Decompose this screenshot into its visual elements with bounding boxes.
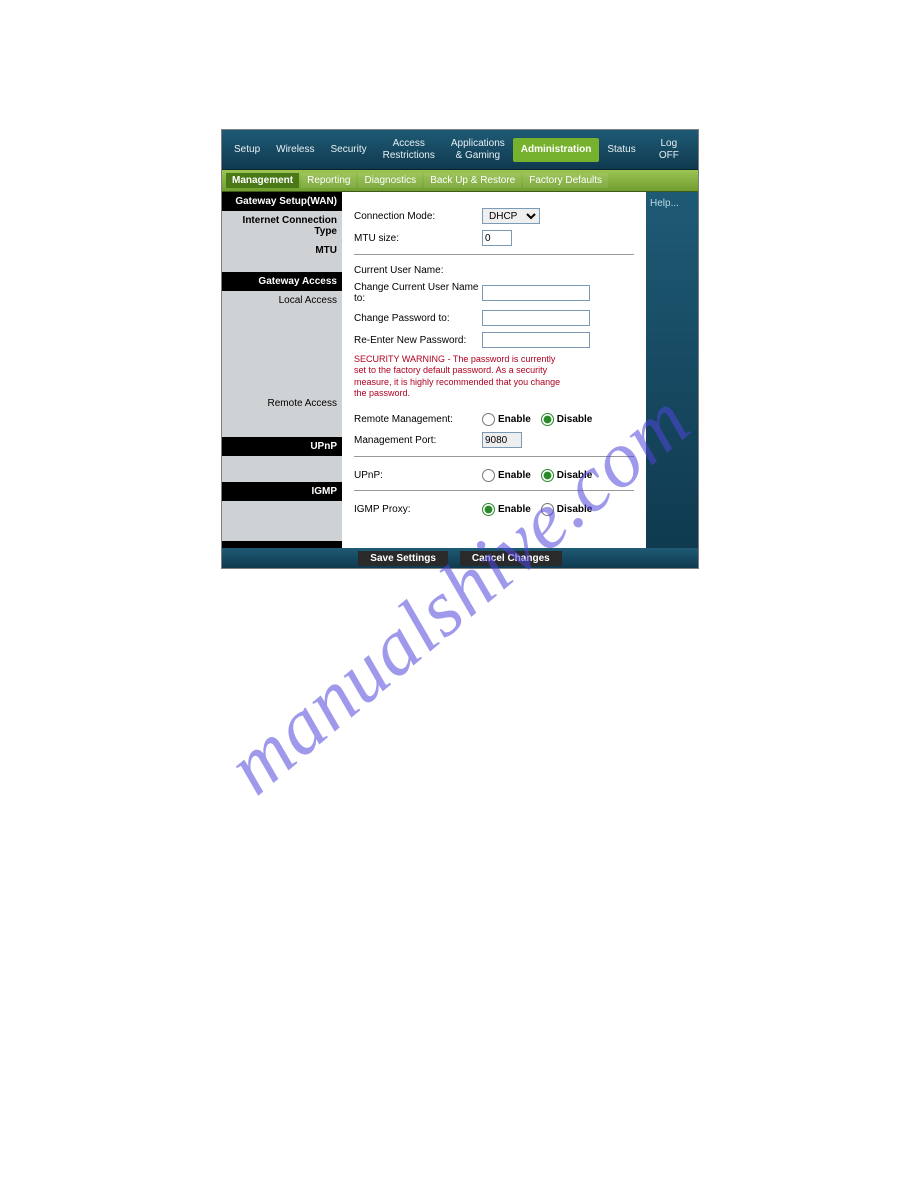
subtab-backup-restore[interactable]: Back Up & Restore — [424, 173, 521, 188]
change-user-input[interactable] — [482, 285, 590, 301]
subnav: Management Reporting Diagnostics Back Up… — [222, 170, 698, 192]
mgmt-port-input[interactable] — [482, 432, 522, 448]
help-panel: Help... — [646, 192, 698, 548]
change-password-label: Change Password to: — [354, 313, 482, 324]
help-link[interactable]: Help... — [650, 198, 679, 209]
tab-logoff[interactable]: Log OFF — [644, 132, 694, 168]
tab-status[interactable]: Status — [599, 138, 643, 162]
change-user-label: Change Current User Name to: — [354, 282, 482, 304]
remote-mgmt-enable-radio[interactable] — [482, 413, 495, 426]
sidebar-heading-igmp: IGMP — [222, 482, 342, 501]
sidebar-item-local-access: Local Access — [222, 291, 342, 310]
form-area: Connection Mode: DHCP MTU size: Current … — [342, 192, 646, 548]
save-settings-button[interactable]: Save Settings — [358, 551, 448, 566]
remote-mgmt-enable-label: Enable — [498, 414, 531, 425]
router-admin-window: Setup Wireless Security Access Restricti… — [222, 130, 698, 568]
igmp-enable-radio[interactable] — [482, 503, 495, 516]
tab-applications-gaming[interactable]: Applications & Gaming — [443, 132, 513, 168]
igmp-disable-label: Disable — [557, 504, 593, 515]
tab-administration[interactable]: Administration — [513, 138, 600, 162]
change-password-input[interactable] — [482, 310, 590, 326]
sidebar-heading-gateway-access: Gateway Access — [222, 272, 342, 291]
upnp-disable-label: Disable — [557, 470, 593, 481]
upnp-enable-label: Enable — [498, 470, 531, 481]
cancel-changes-button[interactable]: Cancel Changes — [460, 551, 562, 566]
reenter-password-input[interactable] — [482, 332, 590, 348]
content-area: Connection Mode: DHCP MTU size: Current … — [342, 192, 698, 548]
subtab-factory-defaults[interactable]: Factory Defaults — [523, 173, 608, 188]
tab-security[interactable]: Security — [322, 138, 374, 162]
sidebar-heading-upnp: UPnP — [222, 437, 342, 456]
separator — [354, 254, 634, 255]
mgmt-port-label: Management Port: — [354, 435, 482, 446]
tab-setup[interactable]: Setup — [226, 138, 268, 162]
sidebar-heading-gateway-setup: Gateway Setup(WAN) — [222, 192, 342, 211]
mtu-size-input[interactable] — [482, 230, 512, 246]
upnp-disable-radio[interactable] — [541, 469, 554, 482]
igmp-disable-radio[interactable] — [541, 503, 554, 516]
remote-mgmt-label: Remote Management: — [354, 414, 482, 425]
tab-access-restrictions[interactable]: Access Restrictions — [375, 132, 443, 168]
subtab-diagnostics[interactable]: Diagnostics — [358, 173, 422, 188]
footer: Save Settings Cancel Changes — [222, 548, 698, 568]
upnp-enable-radio[interactable] — [482, 469, 495, 482]
connection-mode-label: Connection Mode: — [354, 211, 482, 222]
security-warning: SECURITY WARNING - The password is curre… — [354, 354, 564, 399]
sidebar-item-remote-access: Remote Access — [222, 394, 342, 413]
igmp-enable-label: Enable — [498, 504, 531, 515]
current-user-label: Current User Name: — [354, 265, 482, 276]
upnp-label: UPnP: — [354, 470, 482, 481]
remote-mgmt-disable-label: Disable — [557, 414, 593, 425]
sidebar-item-internet-connection-type: Internet Connection Type — [222, 211, 342, 241]
sidebar-item-mtu: MTU — [222, 241, 342, 260]
mtu-size-label: MTU size: — [354, 233, 482, 244]
separator — [354, 456, 634, 457]
topnav: Setup Wireless Security Access Restricti… — [222, 130, 698, 170]
separator — [354, 490, 634, 491]
remote-mgmt-disable-radio[interactable] — [541, 413, 554, 426]
igmp-label: IGMP Proxy: — [354, 504, 482, 515]
reenter-password-label: Re-Enter New Password: — [354, 335, 482, 346]
subtab-management[interactable]: Management — [226, 173, 299, 188]
subtab-reporting[interactable]: Reporting — [301, 173, 356, 188]
sidebar: Gateway Setup(WAN) Internet Connection T… — [222, 192, 342, 548]
tab-wireless[interactable]: Wireless — [268, 138, 322, 162]
connection-mode-select[interactable]: DHCP — [482, 208, 540, 224]
